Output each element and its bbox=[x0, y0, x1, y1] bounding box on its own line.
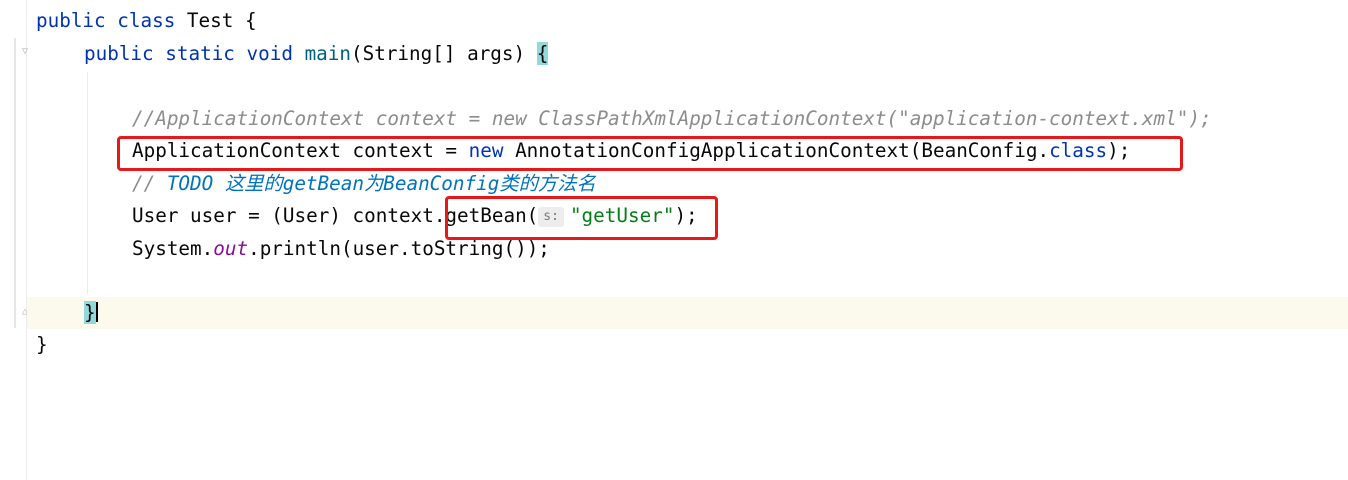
code-line-6[interactable]: // TODO 这里的getBean为BeanConfig类的方法名 bbox=[132, 168, 596, 200]
keyword: class bbox=[1049, 139, 1108, 162]
code-line-11[interactable]: } bbox=[36, 329, 48, 361]
current-line-highlight bbox=[27, 297, 1348, 329]
fold-open-icon[interactable]: ▽ bbox=[18, 46, 32, 58]
static-field: out bbox=[213, 237, 249, 260]
code-text: ); bbox=[1107, 139, 1131, 162]
code-text: ApplicationContext context = bbox=[132, 139, 469, 162]
code-text: ); bbox=[674, 204, 698, 227]
code-text: { bbox=[233, 9, 257, 32]
code-line-7[interactable]: User user = (User) context.getBean(s: "ge… bbox=[132, 200, 698, 232]
todo-comment: TODO 这里的getBean为BeanConfig类的方法名 bbox=[166, 172, 596, 195]
parameter-hint: s: bbox=[538, 207, 564, 227]
indent-guide bbox=[87, 72, 88, 294]
string-literal: "getUser" bbox=[569, 204, 675, 227]
keyword: new bbox=[468, 139, 504, 162]
line-comment: //ApplicationContext context = new Class… bbox=[132, 107, 1212, 130]
code-line-8[interactable]: System.out.println(user.toString()); bbox=[132, 233, 550, 265]
code-line-1[interactable]: public class Test { bbox=[36, 5, 257, 37]
closing-brace: } bbox=[36, 333, 48, 356]
code-text: User user = (User) context.getBean( bbox=[132, 204, 539, 227]
code-line-2[interactable]: public static void main(String[] args) { bbox=[84, 38, 549, 70]
matched-brace: { bbox=[536, 42, 549, 65]
class-name: Test bbox=[186, 9, 234, 32]
code-line-4[interactable]: //ApplicationContext context = new Class… bbox=[132, 103, 1212, 135]
code-text: AnnotationConfigApplicationContext(BeanC… bbox=[503, 139, 1050, 162]
keyword: public static void bbox=[84, 42, 305, 65]
line-comment: // bbox=[132, 172, 167, 195]
matched-brace: } bbox=[84, 301, 96, 324]
method-name: main bbox=[304, 42, 351, 65]
code-line-5[interactable]: ApplicationContext context = new Annotat… bbox=[132, 135, 1130, 167]
code-text: System. bbox=[132, 237, 214, 260]
code-text: .println(user.toString()); bbox=[248, 237, 550, 260]
fold-region-bar bbox=[14, 38, 16, 328]
code-line-10[interactable]: } bbox=[84, 297, 98, 329]
text-cursor bbox=[95, 302, 98, 322]
code-text: (String[] args) bbox=[351, 42, 537, 65]
keyword: public class bbox=[36, 9, 187, 32]
